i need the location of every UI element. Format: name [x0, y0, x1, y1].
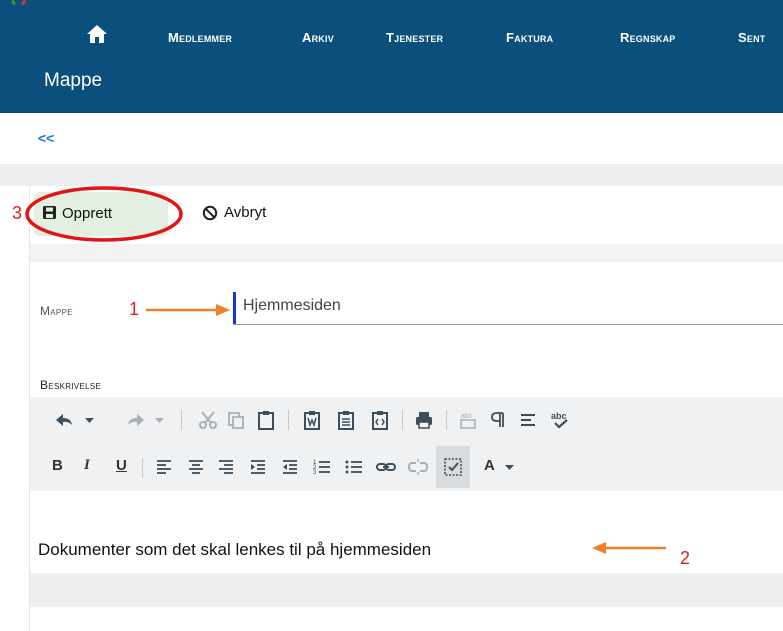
svg-text:abc: abc	[461, 413, 473, 420]
annotation-number-2: 2	[680, 548, 691, 568]
toolbar-separator	[288, 410, 289, 430]
align-justify-left-icon[interactable]	[154, 457, 174, 477]
editor-content-area[interactable]	[30, 491, 783, 573]
nav-item-faktura[interactable]: Faktura	[506, 30, 553, 45]
page-title: Mappe	[44, 70, 103, 91]
spellcheck-icon[interactable]: abc	[458, 410, 478, 430]
mappe-field-value: Hjemmesiden	[243, 297, 341, 314]
top-navigation-bar: Medlemmer Arkiv Tjenester Faktura Regnsk…	[0, 0, 783, 113]
cut-icon[interactable]	[198, 410, 218, 430]
annotation-ellipse	[25, 186, 183, 242]
undo-icon[interactable]	[54, 410, 74, 430]
bold-button[interactable]: B	[52, 457, 63, 474]
unlink-icon[interactable]	[407, 457, 429, 477]
bullet-list-icon[interactable]	[344, 457, 364, 477]
editor-status-bar	[30, 573, 783, 607]
toolbar-divider	[30, 244, 783, 262]
svg-text:abc: abc	[551, 411, 567, 421]
align-left-icon[interactable]	[518, 410, 538, 430]
editor-content-text: Dokumenter som det skal lenkes til på hj…	[38, 540, 432, 559]
align-center-icon[interactable]	[186, 457, 206, 477]
beskrivelse-label: Beskrivelse	[40, 378, 102, 392]
redo-icon[interactable]	[126, 410, 146, 430]
indent-icon[interactable]	[248, 457, 268, 477]
annotation-arrow-1	[146, 304, 230, 316]
section-divider	[0, 164, 783, 186]
spellcheck-abc-icon[interactable]: abc	[550, 410, 570, 430]
annotation-number-1: 1	[129, 299, 140, 319]
home-icon[interactable]	[86, 24, 108, 44]
paste-icon[interactable]	[256, 410, 276, 430]
paste-from-word-icon[interactable]	[302, 410, 322, 430]
insert-document-icon[interactable]	[443, 457, 463, 477]
svg-text:3: 3	[313, 470, 317, 476]
ban-icon	[202, 205, 218, 225]
link-icon[interactable]	[376, 457, 396, 477]
cancel-button-label: Avbryt	[224, 204, 267, 221]
nav-item-sent[interactable]: Sent	[738, 30, 765, 45]
corner-mark-right	[20, 0, 27, 6]
toolbar-separator	[402, 410, 403, 430]
undo-dropdown-icon[interactable]	[80, 410, 100, 430]
annotation-arrow-2	[592, 542, 666, 554]
numbered-list-icon[interactable]: 123	[312, 457, 332, 477]
print-icon[interactable]	[414, 410, 434, 430]
copy-icon[interactable]	[226, 410, 246, 430]
paste-as-text-icon[interactable]	[336, 410, 356, 430]
annotation-number-3: 3	[12, 203, 23, 223]
mappe-field[interactable]: Hjemmesiden	[233, 292, 783, 325]
align-right-icon[interactable]	[216, 457, 236, 477]
corner-mark-left	[10, 0, 17, 6]
mappe-label: Mappe	[40, 304, 73, 318]
nav-item-medlemmer[interactable]: Medlemmer	[168, 30, 232, 45]
nav-item-regnskap[interactable]: Regnskap	[620, 30, 676, 45]
nav-item-tjenester[interactable]: Tjenester	[386, 30, 443, 45]
font-color-dropdown-icon[interactable]	[500, 457, 520, 477]
nav-item-arkiv[interactable]: Arkiv	[302, 30, 334, 45]
toolbar-separator	[142, 458, 143, 478]
toolbar-separator	[446, 410, 447, 430]
redo-dropdown-icon[interactable]	[150, 410, 170, 430]
outdent-icon[interactable]	[280, 457, 300, 477]
paste-html-icon[interactable]	[370, 410, 390, 430]
back-link[interactable]: <<	[38, 130, 54, 146]
text-cursor	[233, 292, 236, 324]
underline-button[interactable]: U	[116, 457, 127, 474]
font-color-button[interactable]: A	[484, 457, 495, 474]
italic-button[interactable]: I	[84, 457, 90, 474]
toolbar-separator	[181, 410, 182, 430]
paragraph-mark-icon[interactable]	[488, 410, 508, 430]
